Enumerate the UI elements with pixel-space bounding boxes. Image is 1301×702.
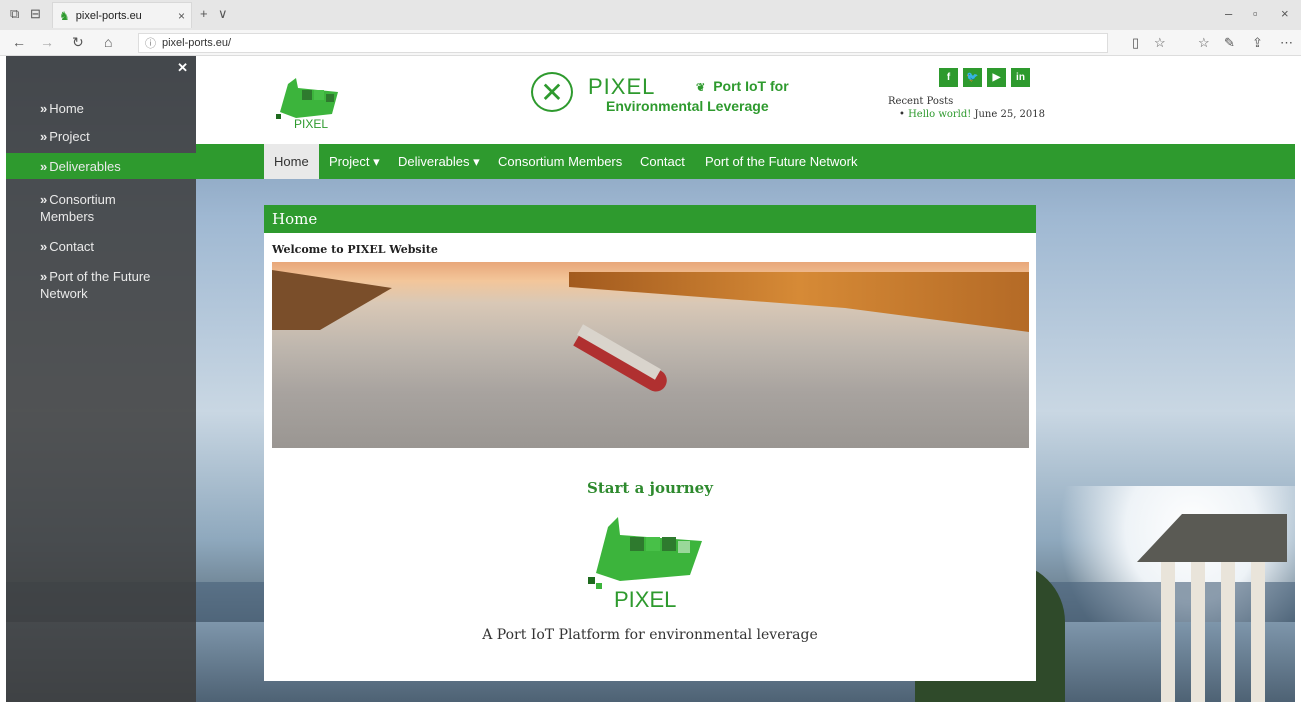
close-tab-icon[interactable]: ×: [178, 9, 191, 23]
browser-tabbar: ⧉ ⊟ ♞ pixel-ports.eu × + ∨ – ▫ ×: [0, 0, 1301, 30]
chevron-right-icon: »: [40, 158, 48, 174]
tab-actions-icon[interactable]: ⧉: [10, 6, 19, 22]
minimize-icon[interactable]: –: [1225, 6, 1232, 21]
nav-contact[interactable]: Contact: [640, 144, 685, 179]
gazebo-pillar: [1221, 562, 1235, 702]
brand-tagline-line1: ❦ Port IoT for: [696, 78, 789, 94]
notes-icon[interactable]: ✎: [1224, 35, 1235, 51]
welcome-text: Welcome to PIXEL Website: [272, 243, 438, 256]
nav-port-of-the-future-network[interactable]: Port of the Future Network: [705, 144, 857, 179]
new-tab-icon[interactable]: +: [200, 6, 208, 21]
chevron-right-icon: »: [40, 269, 48, 284]
favorite-star-icon[interactable]: ☆: [1154, 35, 1166, 51]
url-text: pixel-ports.eu/: [162, 37, 232, 49]
address-bar-row: ← → ↻ ⌂ ⓘ pixel-ports.eu/ ▯ ☆ ☆ ✎ ⇪ ⋯: [0, 30, 1301, 56]
chevron-right-icon: »: [40, 192, 48, 207]
pixel-x-emblem-icon: ✕: [531, 72, 573, 112]
brand-name: PIXEL: [588, 74, 656, 99]
share-icon[interactable]: ⇪: [1252, 35, 1263, 51]
recent-post-date: June 25, 2018: [974, 109, 1046, 120]
recent-post-item: • Hello world! June 25, 2018: [899, 109, 1046, 120]
linkedin-icon[interactable]: in: [1011, 68, 1030, 87]
nav-deliverables[interactable]: Deliverables ▾: [398, 144, 480, 179]
hero-image-ship: [272, 262, 1029, 448]
sidebar-item-label: Consortium Members: [40, 192, 116, 224]
sidebar-item-label: Home: [49, 101, 84, 116]
facebook-icon[interactable]: f: [939, 68, 958, 87]
nav-home[interactable]: Home: [264, 144, 319, 179]
sidebar-item-label: Project: [49, 129, 90, 144]
sidebar-item-deliverables[interactable]: » Deliverables: [6, 153, 196, 179]
twitter-icon[interactable]: 🐦: [963, 68, 982, 87]
close-window-icon[interactable]: ×: [1281, 6, 1289, 21]
sidebar-item-project[interactable]: » Project: [6, 128, 196, 145]
favorites-hub-icon[interactable]: ☆: [1198, 35, 1210, 51]
brand-tagline-line2: Environmental Leverage: [606, 98, 769, 114]
site-header: PIXEL ✕ PIXEL ❦ Port IoT for Environmenta…: [196, 56, 1295, 144]
content-panel: Home Welcome to PIXEL Website Start a jo…: [264, 205, 1036, 681]
sidebar-item-port-of-the-future[interactable]: » Port of the Future Network: [6, 268, 166, 302]
home-icon[interactable]: ⌂: [104, 34, 112, 50]
more-icon[interactable]: ⋯: [1280, 35, 1293, 51]
gazebo-pillar: [1251, 562, 1265, 702]
logo-large-text: PIXEL: [614, 587, 676, 612]
platform-tagline: A Port IoT Platform for environmental le…: [482, 627, 818, 643]
restore-icon[interactable]: ▫: [1253, 6, 1258, 21]
info-icon[interactable]: ⓘ: [145, 35, 156, 51]
set-aside-tabs-icon[interactable]: ⊟: [30, 6, 41, 22]
logo-small-text: PIXEL: [294, 117, 328, 130]
pixel-logo-small[interactable]: PIXEL: [274, 74, 344, 130]
recent-posts-title: Recent Posts: [888, 96, 954, 107]
sidebar-item-home[interactable]: » Home: [6, 100, 196, 117]
gazebo-pillar: [1191, 562, 1205, 702]
chevron-right-icon: »: [40, 239, 48, 254]
gazebo-pillar: [1161, 562, 1175, 702]
background-gazebo-roof: [1137, 514, 1287, 562]
sidebar-item-contact[interactable]: » Contact: [6, 238, 196, 255]
sidebar-item-label: Contact: [49, 239, 95, 254]
brand-tagline-text: Port IoT for: [713, 78, 789, 94]
tab-title: pixel-ports.eu: [75, 9, 142, 22]
hero-left-shore: [272, 270, 392, 330]
sidebar-menu: ✕ » Home » Project » Deliverables » Consorti…: [6, 56, 196, 702]
refresh-icon[interactable]: ↻: [72, 34, 84, 51]
sidebar-item-label: Deliverables: [49, 158, 121, 174]
leaf-icon: ❦: [696, 82, 706, 94]
back-icon[interactable]: ←: [12, 34, 26, 50]
sidebar-item-consortium-members[interactable]: » Consortium Members: [6, 191, 156, 225]
journey-heading: Start a journey: [587, 479, 713, 497]
main-nav: Home Project ▾ Deliverables ▾ Consortium…: [196, 144, 1295, 179]
favicon-icon: ♞: [59, 8, 70, 23]
chevron-right-icon: »: [40, 101, 48, 116]
hero-autumn-shore: [569, 272, 1029, 332]
forward-icon[interactable]: →: [40, 34, 54, 50]
nav-consortium-members[interactable]: Consortium Members: [498, 144, 622, 179]
browser-tab[interactable]: ♞ pixel-ports.eu ×: [52, 2, 192, 28]
url-field[interactable]: ⓘ pixel-ports.eu/: [138, 33, 1108, 53]
youtube-icon[interactable]: ▶: [987, 68, 1006, 87]
nav-project[interactable]: Project ▾: [329, 144, 380, 179]
close-menu-icon[interactable]: ✕: [177, 60, 188, 76]
recent-post-link[interactable]: Hello world!: [908, 109, 971, 120]
reading-view-icon[interactable]: ▯: [1132, 35, 1139, 51]
tab-list-chevron-icon[interactable]: ∨: [218, 6, 228, 22]
chevron-right-icon: »: [40, 129, 48, 144]
sidebar-item-label: Port of the Future Network: [40, 269, 151, 301]
pixel-logo-large: PIXEL: [588, 517, 702, 612]
social-links: f 🐦 ▶ in: [939, 68, 1030, 87]
content-heading: Home: [264, 205, 1036, 233]
webpage: ✕ » Home » Project » Deliverables » Consorti…: [6, 56, 1295, 702]
